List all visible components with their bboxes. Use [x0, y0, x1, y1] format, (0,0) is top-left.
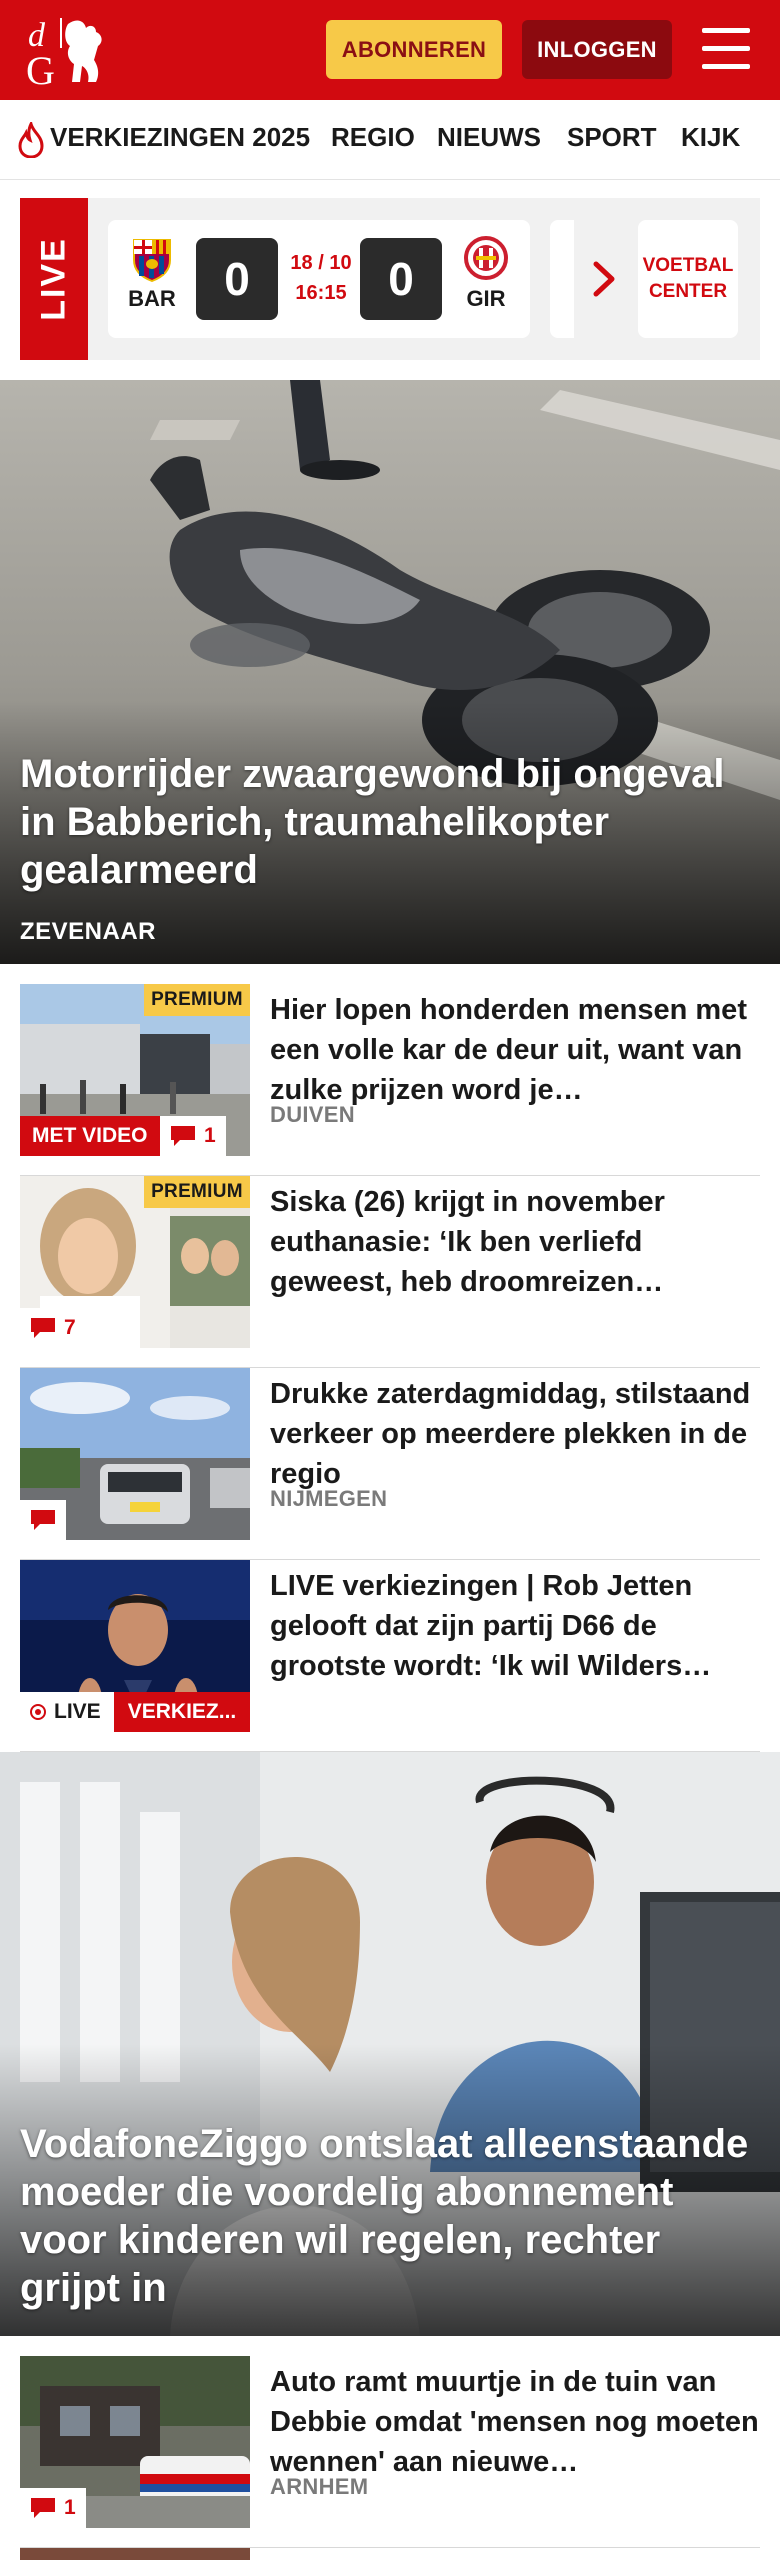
article-location: DUIVEN — [270, 1102, 355, 1127]
category-badge[interactable]: VERKIEZ... — [114, 1692, 250, 1732]
away-team: GIR — [458, 234, 514, 312]
article-location: ARNHEM — [270, 2474, 369, 2499]
article-item[interactable]: PREMIUM MET VIDEO 1 Hier lopen honderden… — [20, 984, 760, 1176]
live-dot-icon — [30, 1704, 46, 1720]
article-item[interactable]: LIVE VERKIEZ... LIVE verkiezingen | Rob … — [20, 1560, 760, 1752]
flame-icon — [16, 119, 46, 159]
live-tag: LIVE — [20, 198, 88, 360]
article-title[interactable]: LIVE verkiezingen | Rob Jetten gelooft d… — [270, 1566, 760, 1686]
article-item[interactable]: PREMIUM 7 Siska (26) krijgt in november … — [20, 1176, 760, 1368]
comment-icon — [170, 1125, 196, 1147]
main-nav: VERKIEZINGEN 2025 REGIO NIEUWS SPORT KIJ… — [0, 100, 780, 180]
svg-text:G: G — [26, 48, 55, 90]
login-button[interactable]: INLOGGEN — [522, 20, 672, 79]
live-scores-strip: LIVE BAR 0 18 / 10 16:15 0 GIR VOETBAL C… — [20, 198, 760, 360]
article-title[interactable]: Auto ramt muurtje in de tuin van Debbie … — [270, 2362, 760, 2482]
article-thumbnail: PREMIUM MET VIDEO 1 — [20, 984, 250, 1156]
comment-badge[interactable]: 1 — [20, 2488, 86, 2528]
hero-title[interactable]: VodafoneZiggo ontslaat alleenstaan­de mo… — [20, 2120, 765, 2312]
comment-badge[interactable]: 7 — [20, 1308, 86, 1348]
article-thumbnail: LIVE VERKIEZ... — [20, 1560, 250, 1732]
article-thumbnail: 1 — [20, 2356, 250, 2528]
girona-crest-icon — [464, 234, 508, 282]
chevron-right-icon[interactable] — [586, 254, 622, 304]
comment-count: 7 — [64, 1316, 76, 1339]
premium-badge: PREMIUM — [144, 1176, 250, 1208]
home-score: 0 — [196, 238, 278, 320]
article-item[interactable]: Drukke zaterdagmiddag, stilstaand verkee… — [20, 1368, 760, 1560]
logo[interactable]: d G — [24, 10, 116, 93]
hero-article-vodafoneziggo[interactable]: VodafoneZiggo ontslaat alleenstaan­de mo… — [0, 1752, 780, 2336]
barcelona-crest-icon — [130, 234, 174, 283]
hero-article-motorrijder[interactable]: Motorrijder zwaargewond bij ongeval in B… — [0, 380, 780, 964]
premium-badge: PREMIUM — [144, 984, 250, 1016]
article-location: NIJMEGEN — [270, 1486, 388, 1511]
nav-item-nieuws[interactable]: NIEUWS — [437, 122, 541, 153]
comment-icon — [30, 1509, 56, 1531]
article-title[interactable]: Hier lopen honderden mensen met een voll… — [270, 990, 760, 1110]
article-title[interactable]: Siska (26) krijgt in november euthanasie… — [270, 1182, 760, 1302]
next-article-thumbnail — [20, 2548, 250, 2560]
nav-item-verkiezingen[interactable]: VERKIEZINGEN 2025 — [50, 122, 310, 153]
article-thumbnail — [20, 1368, 250, 1540]
next-match-card-stub[interactable] — [550, 220, 574, 338]
away-score: 0 — [360, 238, 442, 320]
football-center-button[interactable]: VOETBAL CENTER — [638, 220, 738, 338]
nav-item-regio[interactable]: REGIO — [331, 122, 415, 153]
video-badge: MET VIDEO — [20, 1116, 160, 1156]
article-title[interactable]: Drukke zaterdagmiddag, stilstaand verkee… — [270, 1374, 760, 1494]
nav-item-kijk[interactable]: KIJK — [681, 122, 740, 153]
live-badge: LIVE — [20, 1692, 114, 1732]
hero-title[interactable]: Motorrijder zwaargewond bij ongeval in B… — [20, 750, 765, 894]
menu-icon[interactable] — [700, 26, 752, 72]
site-header: d G ABONNEREN INLOGGEN — [0, 0, 780, 100]
comment-count: 1 — [204, 1124, 216, 1147]
article-thumbnail: PREMIUM 7 — [20, 1176, 250, 1348]
comment-icon — [30, 1317, 56, 1339]
hero-location: ZEVENAAR — [20, 918, 157, 945]
match-card[interactable]: BAR 0 18 / 10 16:15 0 GIR — [108, 220, 530, 338]
article-item[interactable]: 1 Auto ramt muurtje in de tuin van Debbi… — [20, 2356, 760, 2548]
comment-badge[interactable]: 1 — [160, 1116, 226, 1156]
match-datetime: 18 / 10 16:15 — [290, 252, 352, 304]
comment-icon — [30, 2497, 56, 2519]
comment-count: 1 — [64, 2496, 76, 2519]
subscribe-button[interactable]: ABONNEREN — [326, 20, 502, 79]
nav-item-sport[interactable]: SPORT — [567, 122, 657, 153]
comment-badge[interactable] — [20, 1500, 66, 1540]
home-team: BAR — [124, 234, 180, 312]
